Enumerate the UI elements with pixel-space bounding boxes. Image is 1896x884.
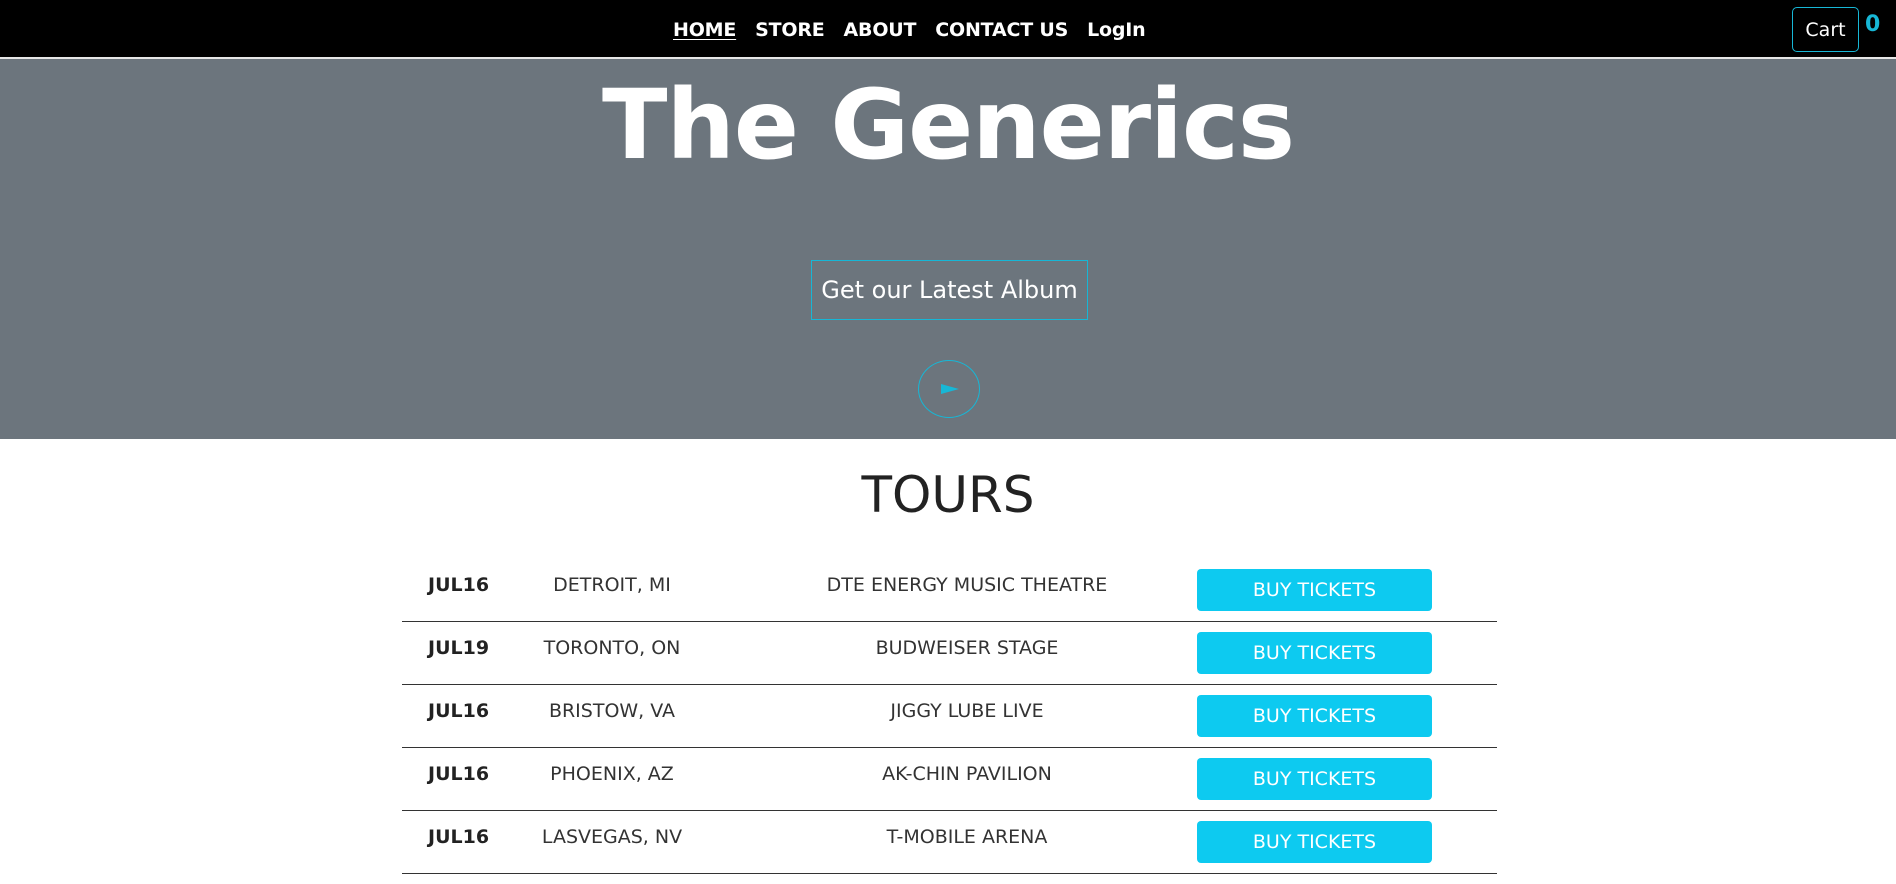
tour-row: JUL19 TORONTO, ON BUDWEISER STAGE BUY TI… [402,622,1497,685]
page: HOME STORE ABOUT CONTACT US LogIn Cart 0… [0,0,1896,884]
hero-section: The Generics Get our Latest Album [0,59,1896,439]
tour-city: BRISTOW, VA [548,700,676,722]
nav-link-home[interactable]: HOME [673,19,736,41]
tour-venue: JIGGY LUBE LIVE [890,700,1044,722]
tour-date: JUL16 [428,763,490,785]
tour-city: TORONTO, ON [543,637,681,659]
nav-link-store[interactable]: STORE [755,19,825,41]
tour-venue: AK-CHIN PAVILION [882,763,1052,785]
buy-tickets-button[interactable]: BUY TICKETS [1197,632,1432,674]
tour-city: PHOENIX, AZ [550,763,674,785]
tour-row: JUL16 PHOENIX, AZ AK-CHIN PAVILION BUY T… [402,748,1497,811]
get-latest-album-button[interactable]: Get our Latest Album [811,260,1088,320]
cart-count-badge: 0 [1865,12,1881,37]
tours-heading: TOURS [861,466,1035,524]
buy-tickets-button[interactable]: BUY TICKETS [1197,695,1432,737]
nav-link-contact-us[interactable]: CONTACT US [935,19,1068,41]
nav-links: HOME STORE ABOUT CONTACT US LogIn [673,0,1146,59]
buy-tickets-button[interactable]: BUY TICKETS [1197,821,1432,863]
buy-tickets-button[interactable]: BUY TICKETS [1197,569,1432,611]
tour-city: LASVEGAS, NV [541,826,683,848]
play-button[interactable] [918,360,980,418]
cart-button[interactable]: Cart [1792,7,1859,52]
tour-city: DETROIT, MI [553,574,671,596]
tour-date: JUL16 [428,574,490,596]
tour-venue: DTE ENERGY MUSIC THEATRE [826,574,1108,596]
tour-row: JUL16 BRISTOW, VA JIGGY LUBE LIVE BUY TI… [402,685,1497,748]
tour-row: JUL16 DETROIT, MI DTE ENERGY MUSIC THEAT… [402,559,1497,622]
tour-row: JUL16 LASVEGAS, NV T-MOBILE ARENA BUY TI… [402,811,1497,874]
hero-title: The Generics [601,69,1295,181]
nav-link-login[interactable]: LogIn [1087,19,1146,41]
navbar: HOME STORE ABOUT CONTACT US LogIn Cart 0 [0,0,1896,59]
tour-date: JUL19 [428,637,490,659]
buy-tickets-button[interactable]: BUY TICKETS [1197,758,1432,800]
tour-venue: T-MOBILE ARENA [886,826,1048,848]
tour-date: JUL16 [428,826,490,848]
tour-venue: BUDWEISER STAGE [875,637,1059,659]
tour-date: JUL16 [428,700,490,722]
nav-link-about[interactable]: ABOUT [844,19,917,41]
play-icon [941,384,959,394]
tours-table: JUL16 DETROIT, MI DTE ENERGY MUSIC THEAT… [402,559,1497,874]
